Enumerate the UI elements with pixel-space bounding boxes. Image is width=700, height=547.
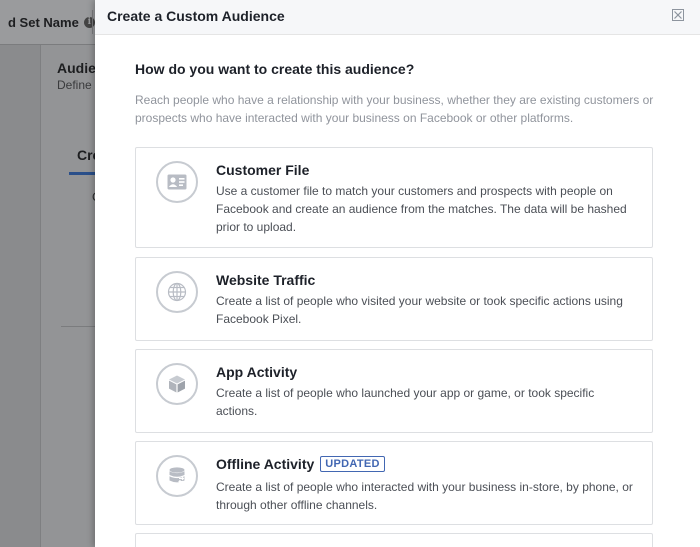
option-title: Website Traffic xyxy=(216,272,315,288)
option-offline-activity[interactable]: Offline Activity UPDATED Create a list o… xyxy=(135,441,653,525)
option-description: Create a list of people who visited your… xyxy=(216,294,623,326)
option-title: Offline Activity UPDATED xyxy=(216,456,385,472)
close-icon xyxy=(674,11,682,19)
background-left-rail xyxy=(0,45,41,547)
info-icon: i xyxy=(83,17,95,28)
audience-section-title: Audie xyxy=(57,60,96,76)
option-app-activity[interactable]: App Activity Create a list of people who… xyxy=(135,349,653,433)
database-icon xyxy=(156,455,198,497)
adset-name-text: d Set Name xyxy=(8,15,79,30)
updated-badge: UPDATED xyxy=(320,456,385,472)
dialog-intro: Reach people who have a relationship wit… xyxy=(135,93,654,125)
option-title-text: App Activity xyxy=(216,364,298,380)
audience-section-subtitle: Define xyxy=(57,78,92,92)
adset-name-label: d Set Name i xyxy=(8,15,95,30)
option-title: App Activity xyxy=(216,364,297,380)
option-customer-file[interactable]: Customer File Use a customer file to mat… xyxy=(135,147,653,248)
contact-card-icon xyxy=(156,161,198,203)
option-title-text: Website Traffic xyxy=(216,272,316,288)
option-next-partial[interactable] xyxy=(135,533,653,547)
custom-audience-dialog: Create a Custom Audience How do you want… xyxy=(95,0,700,547)
option-title-text: Offline Activity xyxy=(216,456,315,472)
dialog-title: Create a Custom Audience xyxy=(107,8,285,24)
option-title: Customer File xyxy=(216,162,309,178)
option-description: Use a customer file to match your custom… xyxy=(216,184,627,234)
option-description: Create a list of people who launched you… xyxy=(216,386,595,418)
dialog-header: Create a Custom Audience xyxy=(95,0,700,35)
cube-icon xyxy=(156,363,198,405)
globe-icon xyxy=(156,271,198,313)
option-title-text: Customer File xyxy=(216,162,310,178)
header-divider xyxy=(92,10,93,34)
dialog-question: How do you want to create this audience? xyxy=(135,61,415,77)
background-panel xyxy=(41,45,101,547)
option-website-traffic[interactable]: Website Traffic Create a list of people … xyxy=(135,257,653,341)
close-button[interactable] xyxy=(672,9,684,21)
option-description: Create a list of people who interacted w… xyxy=(216,480,633,512)
